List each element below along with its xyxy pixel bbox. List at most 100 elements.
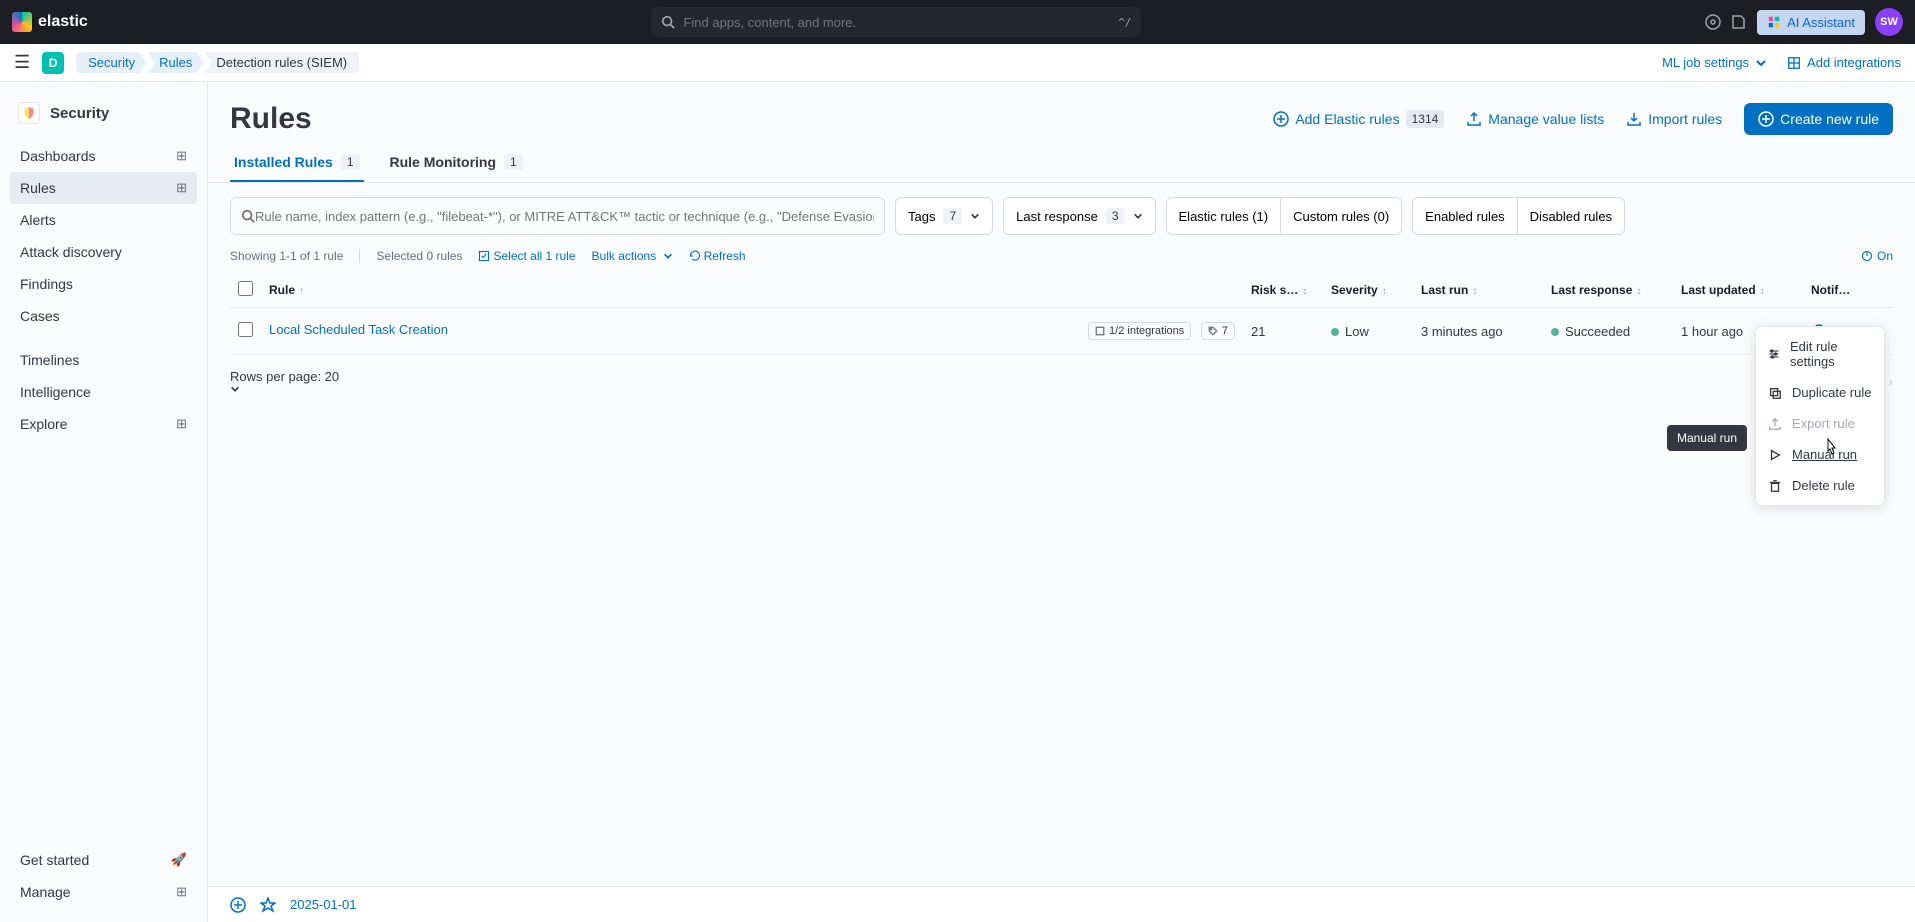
footer-bar: 2025-01-01 — [208, 886, 1915, 922]
manage-value-lists-button[interactable]: Manage value lists — [1466, 111, 1604, 127]
next-page[interactable]: › — [1889, 374, 1893, 389]
sort-icon: ↕ — [1302, 286, 1307, 297]
elastic-rules-filter[interactable]: Elastic rules (1) — [1166, 197, 1282, 235]
bulk-actions[interactable]: Bulk actions — [592, 249, 673, 263]
plus-circle-icon — [1758, 111, 1774, 127]
integrations-pill[interactable]: 1/2 integrations — [1088, 322, 1191, 340]
sort-icon: ↕ — [1760, 286, 1765, 297]
nav-toggle-icon[interactable]: ☰ — [14, 52, 30, 73]
menu-manual-run[interactable]: Manual run — [1756, 439, 1884, 470]
enabled-rules-filter[interactable]: Enabled rules — [1412, 197, 1518, 235]
global-search[interactable]: ^/ — [651, 7, 1141, 37]
row-checkbox[interactable] — [238, 322, 253, 337]
response-dot — [1551, 328, 1559, 336]
add-elastic-rules-button[interactable]: Add Elastic rules 1314 — [1273, 110, 1444, 128]
grid-icon: ⊞ — [176, 416, 187, 432]
table-row: Local Scheduled Task Creation 1/2 integr… — [230, 308, 1893, 355]
rows-per-page[interactable]: Rows per page: 20 — [230, 369, 345, 394]
chevron-down-icon — [230, 384, 345, 394]
col-risk[interactable]: Risk s…↕ — [1243, 273, 1323, 308]
nav-get-started[interactable]: Get started 🚀 — [10, 844, 197, 876]
disabled-rules-filter[interactable]: Disabled rules — [1518, 197, 1625, 235]
tags-filter[interactable]: Tags 7 — [895, 197, 993, 235]
nav-rules[interactable]: Rules ⊞ — [10, 172, 197, 204]
brand-logo[interactable]: elastic — [12, 12, 88, 32]
nav-attack-discovery[interactable]: Attack discovery — [10, 236, 197, 268]
newsfeed-icon[interactable] — [1731, 14, 1747, 30]
crumb-detection: Detection rules (SIEM) — [204, 52, 359, 73]
footer-date[interactable]: 2025-01-01 — [290, 897, 357, 912]
col-last-run[interactable]: Last run↕ — [1413, 273, 1543, 308]
last-run: 3 minutes ago — [1413, 308, 1543, 355]
page-head: Rules Add Elastic rules 1314 Manage valu… — [208, 82, 1915, 144]
rule-search-input[interactable] — [255, 209, 874, 224]
crumb-security[interactable]: Security — [76, 52, 147, 73]
elastic-logo-icon — [12, 12, 32, 32]
select-all-checkbox[interactable] — [238, 281, 253, 296]
rules-table: Rule↑ Risk s…↕ Severity↕ Last run↕ Last … — [230, 273, 1893, 355]
ai-assistant-label: AI Assistant — [1787, 15, 1855, 30]
menu-delete-rule[interactable]: Delete rule — [1756, 470, 1884, 501]
ml-job-settings[interactable]: ML job settings — [1662, 55, 1767, 70]
col-rule[interactable]: Rule↑ — [261, 273, 1243, 308]
selected-text: Selected 0 rules — [376, 249, 462, 263]
crumb-rules[interactable]: Rules — [147, 52, 204, 73]
col-last-response[interactable]: Last response↕ — [1543, 273, 1673, 308]
kbd-hint: ^/ — [1118, 16, 1131, 29]
tabs: Installed Rules 1 Rule Monitoring 1 — [208, 144, 1915, 183]
star-icon[interactable] — [260, 897, 276, 913]
menu-export-rule: Export rule — [1756, 408, 1884, 439]
col-actions — [1863, 273, 1893, 308]
tab-installed-rules[interactable]: Installed Rules 1 — [230, 144, 364, 182]
select-all-link[interactable]: Select all 1 rule — [478, 249, 575, 263]
grid-icon: ⊞ — [176, 180, 187, 196]
add-integrations-link[interactable]: Add integrations — [1787, 55, 1901, 70]
menu-duplicate-rule[interactable]: Duplicate rule — [1756, 377, 1884, 408]
breadcrumb: Security Rules Detection rules (SIEM) — [76, 52, 359, 73]
nav-dashboards[interactable]: Dashboards ⊞ — [10, 140, 197, 172]
global-search-input[interactable] — [683, 15, 1110, 30]
main-content: Rules Add Elastic rules 1314 Manage valu… — [208, 82, 1915, 922]
grid-icon: ⊞ — [176, 884, 187, 900]
filter-row: Tags 7 Last response 3 Elastic rules (1)… — [208, 183, 1915, 249]
tab-rule-monitoring[interactable]: Rule Monitoring 1 — [386, 144, 527, 182]
menu-edit-rule[interactable]: Edit rule settings — [1756, 331, 1884, 377]
topbar: elastic ^/ AI Assistant SW — [0, 0, 1915, 44]
import-rules-button[interactable]: Import rules — [1626, 111, 1722, 127]
download-icon — [1626, 111, 1642, 127]
sidebar-title: Security — [10, 96, 197, 140]
custom-rules-filter[interactable]: Custom rules (0) — [1281, 197, 1402, 235]
rule-name-link[interactable]: Local Scheduled Task Creation — [269, 322, 448, 337]
on-toggle-header[interactable]: On — [1861, 249, 1893, 263]
help-icon[interactable] — [1705, 14, 1721, 30]
subheader: ☰ D Security Rules Detection rules (SIEM… — [0, 44, 1915, 82]
search-icon — [661, 15, 675, 29]
rule-search[interactable] — [230, 197, 885, 235]
nav-manage[interactable]: Manage ⊞ — [10, 876, 197, 908]
chevron-down-icon — [1133, 211, 1143, 221]
risk-score: 21 — [1243, 308, 1323, 355]
col-last-updated[interactable]: Last updated↕ — [1673, 273, 1803, 308]
nav-cases[interactable]: Cases — [10, 300, 197, 332]
user-avatar[interactable]: SW — [1875, 8, 1903, 36]
col-severity[interactable]: Severity↕ — [1323, 273, 1413, 308]
refresh-button[interactable]: Refresh — [689, 249, 746, 263]
nav-alerts[interactable]: Alerts — [10, 204, 197, 236]
row-context-menu: Edit rule settings Duplicate rule Export… — [1755, 326, 1885, 506]
ai-assistant-button[interactable]: AI Assistant — [1757, 10, 1865, 35]
space-badge[interactable]: D — [42, 52, 64, 74]
add-timeline-icon[interactable] — [230, 897, 246, 913]
nav-timelines[interactable]: Timelines — [10, 344, 197, 376]
nav-explore[interactable]: Explore ⊞ — [10, 408, 197, 440]
create-rule-button[interactable]: Create new rule — [1744, 103, 1893, 135]
page-title: Rules — [230, 102, 312, 136]
last-response-cell: Succeeded — [1543, 308, 1673, 355]
divider — [359, 249, 360, 263]
elastic-rules-count: 1314 — [1406, 110, 1445, 128]
nav-intelligence[interactable]: Intelligence — [10, 376, 197, 408]
col-notif: Notif… — [1803, 273, 1863, 308]
package-icon — [1787, 56, 1801, 70]
nav-findings[interactable]: Findings — [10, 268, 197, 300]
tags-pill[interactable]: 7 — [1201, 322, 1235, 340]
last-response-filter[interactable]: Last response 3 — [1003, 197, 1155, 235]
